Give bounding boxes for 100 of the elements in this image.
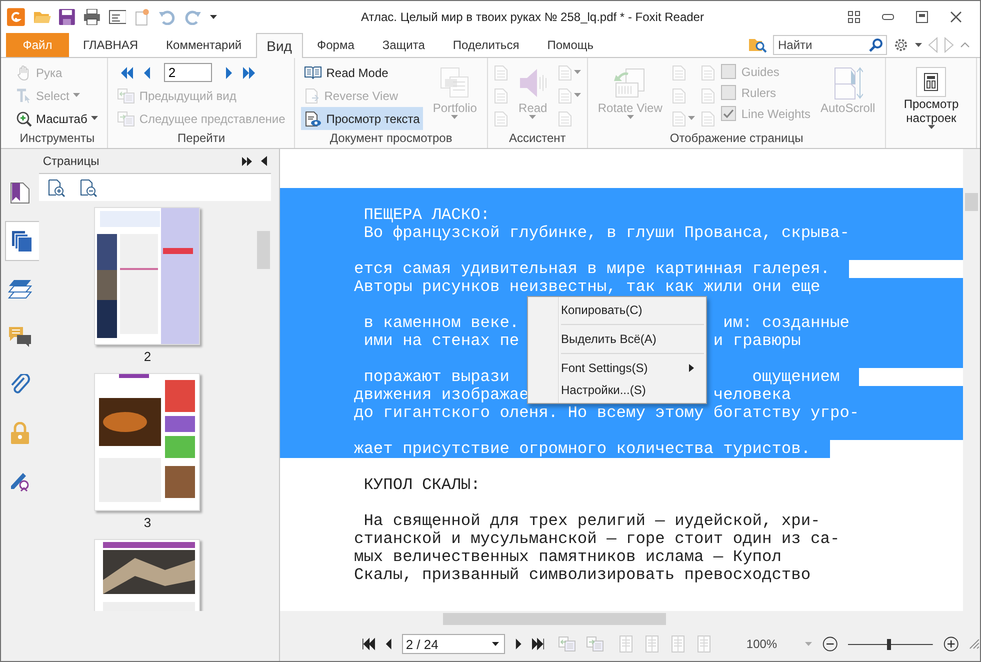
enlarge-thumbnails-icon[interactable]: [46, 178, 65, 196]
caret-icon: [915, 42, 922, 48]
scan-icon[interactable]: [108, 10, 126, 24]
previous-page-icon[interactable]: [384, 637, 392, 651]
ribbon-tab[interactable]: Помощь: [533, 33, 608, 57]
panel-tab[interactable]: [5, 221, 39, 261]
forward-icon[interactable]: [944, 37, 954, 53]
ribbon-tab[interactable]: Защита: [368, 33, 439, 57]
customize-caret-icon: [210, 14, 217, 20]
text-line: ется самая удивительная в мире картинная галерея.: [354, 260, 830, 278]
menu-item[interactable]: Копировать(C): [528, 299, 706, 321]
redo-icon[interactable]: [184, 9, 202, 25]
text-line: до гигантского оленя. Но всему этому богатству угро-: [354, 404, 860, 422]
ribbon-button[interactable]: Read Mode: [301, 61, 423, 84]
page-number: 2: [144, 348, 152, 366]
comments-icon[interactable]: [8, 326, 32, 348]
collapse-panel-icon[interactable]: [261, 156, 268, 166]
resize-grip-icon[interactable]: [969, 638, 980, 650]
page-selector[interactable]: 2 / 24: [402, 634, 505, 654]
open-folder-icon[interactable]: [32, 9, 51, 25]
tool-icon: [304, 110, 322, 126]
tool-icon: [614, 67, 646, 99]
ribbon-large-button[interactable]: Просмотр настроек: [892, 63, 970, 131]
group-label: Инструменты: [18, 131, 96, 147]
zoom-in-icon[interactable]: [942, 635, 960, 653]
bookmark-icon[interactable]: [10, 182, 30, 204]
next-view-icon: [586, 636, 604, 652]
last-page-icon[interactable]: [532, 637, 544, 651]
text-line: и гравюры: [713, 332, 801, 350]
folder-search-icon[interactable]: [749, 37, 767, 53]
text-line: Скалы, призванный символизировать превосходство: [354, 566, 811, 584]
reduce-thumbnails-icon[interactable]: [78, 178, 97, 196]
pages-icon[interactable]: [11, 230, 34, 252]
lock-icon[interactable]: [10, 422, 30, 444]
back-icon[interactable]: [928, 37, 938, 53]
ribbon-tab[interactable]: ГЛАВНАЯ: [69, 33, 152, 57]
ribbon-tab[interactable]: Форма: [302, 33, 368, 57]
paperclip-icon[interactable]: [10, 374, 30, 396]
tool-icon: [440, 67, 470, 99]
search-icon[interactable]: [869, 38, 883, 52]
ribbon-tab[interactable]: Поделиться: [438, 33, 534, 57]
pen-icon[interactable]: [8, 470, 31, 492]
minimize-icon[interactable]: [882, 14, 894, 20]
new-document-icon[interactable]: [134, 8, 150, 26]
text-line: жает присутствие огромного количества туристов.: [354, 440, 811, 458]
expand-icon[interactable]: [242, 156, 254, 166]
next-page-icon[interactable]: [514, 637, 522, 651]
first-page-icon[interactable]: [362, 637, 375, 651]
scrollbar[interactable]: [280, 611, 980, 627]
ribbon-button[interactable]: Просмотр текста: [301, 107, 423, 130]
tile-icon[interactable]: [848, 11, 860, 23]
text-line: ощущением: [752, 368, 840, 386]
tool-icon: [16, 110, 32, 126]
text-line: На священной для трех религий — иудейской, хри-: [362, 512, 820, 530]
group-label: Отображение страницы: [668, 131, 804, 147]
collapse-icon[interactable]: [960, 42, 970, 48]
save-icon[interactable]: [58, 9, 75, 25]
text-line: ими на стенах пе: [362, 332, 520, 350]
slider-thumb[interactable]: [886, 638, 891, 650]
text-line: им: созданные: [723, 314, 850, 332]
undo-icon[interactable]: [158, 9, 176, 25]
menu-item[interactable]: Настройки...(S): [528, 379, 706, 401]
app-logo-icon[interactable]: [7, 8, 25, 26]
close-icon[interactable]: [950, 11, 962, 23]
tool-icon: [304, 88, 320, 104]
maximize-icon[interactable]: [916, 11, 928, 23]
search-field[interactable]: Найти: [773, 35, 887, 55]
scrollbar[interactable]: [963, 149, 980, 611]
caret-icon: [492, 642, 499, 646]
layers-icon[interactable]: [8, 278, 32, 300]
tool-icon: [117, 110, 136, 126]
page-number-field[interactable]: 2: [164, 63, 212, 82]
text-line: движения изображае: [354, 386, 529, 404]
settings-icon[interactable]: [893, 37, 909, 53]
menu-item[interactable]: Выделить Всё(A): [528, 328, 706, 350]
text-line: мых величественных памятников ислама — Купол: [354, 548, 782, 566]
text-line: стианской и мусульманской — горе стоит один из са-: [354, 530, 840, 548]
caret-icon: [805, 642, 812, 646]
text-line: человека: [713, 386, 792, 404]
text-line: Во французской глубинке, в глуши Прованса, скрыва-: [362, 224, 850, 242]
ribbon-tab[interactable]: Комментарий: [152, 33, 256, 57]
menu-item[interactable]: Font Settings(S): [528, 357, 706, 379]
print-icon[interactable]: [82, 9, 101, 25]
group-label: Документ просмотров: [328, 131, 454, 147]
page-number: 3: [144, 514, 152, 532]
continuous-facing-icon[interactable]: [696, 635, 712, 653]
facing-pages-icon[interactable]: [670, 635, 686, 653]
single-page-icon[interactable]: [618, 635, 634, 653]
zoom-level[interactable]: 100%: [746, 637, 778, 651]
continuous-page-icon[interactable]: [644, 635, 660, 653]
zoom-out-icon[interactable]: [822, 635, 838, 653]
text-line: поражают вырази: [362, 368, 510, 386]
tool-icon: [304, 66, 322, 80]
text-line: ПЕЩЕРА ЛАСКО:: [362, 206, 490, 224]
tool-icon: [924, 73, 938, 91]
ribbon-button[interactable]: Масштаб: [13, 107, 102, 130]
ribbon-tab[interactable]: Вид: [256, 33, 303, 58]
group-label: Ассистент: [508, 131, 567, 147]
tool-icon: [518, 67, 548, 99]
panel-title: Страницы: [42, 154, 100, 168]
